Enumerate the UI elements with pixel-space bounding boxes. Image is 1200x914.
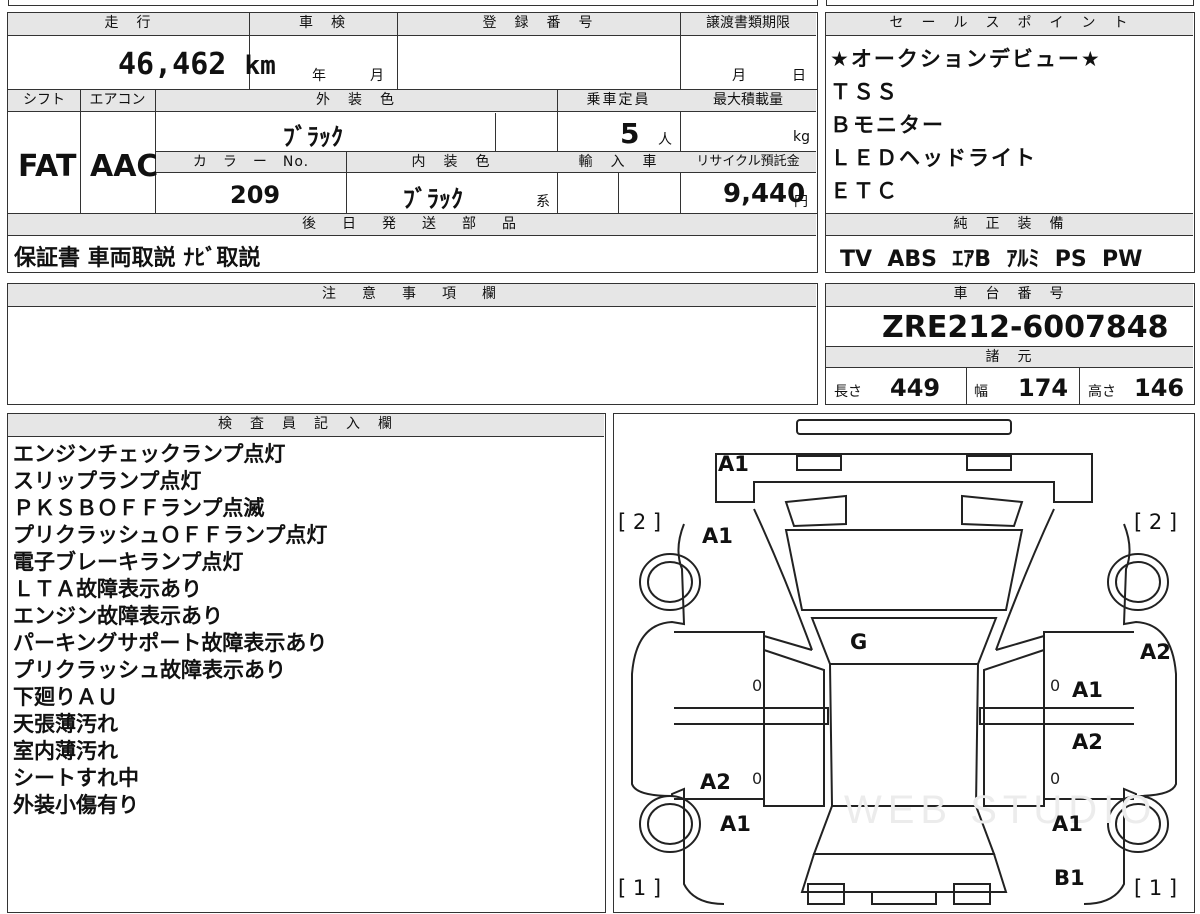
tire-label-rear-right: [ 1 ]	[1134, 876, 1178, 900]
exterior-color-header: 外 装 色	[155, 90, 557, 112]
ac-header: エアコン	[80, 90, 155, 112]
inspector-note-item: 下廻りＡＵ	[13, 685, 118, 709]
sales-points-list: ★オークションデビュー★ ＴＳＳ Ｂモニター ＬＥＤヘッドライト ＥＴＣ	[830, 43, 1102, 208]
inspector-note-item: ＬＴＡ故障表示あり	[13, 577, 202, 601]
transfer-month: 月	[732, 68, 746, 84]
inspector-note-item: 外装小傷有り	[13, 793, 139, 817]
transfer-header: 譲渡書類期限	[680, 13, 816, 36]
interior-color-header: 内 装 色	[346, 152, 557, 173]
capacity-value: 5	[620, 117, 640, 150]
tire-label-front-right: [ 2 ]	[1134, 510, 1178, 534]
recycle-unit: 円	[794, 194, 808, 210]
exterior-color-value: ﾌﾞﾗｯｸ	[283, 123, 343, 151]
shift-value: FAT	[18, 149, 77, 184]
sales-point-item: ★オークションデビュー★	[830, 47, 1102, 71]
color-no-value: 209	[230, 181, 281, 209]
inspector-note-item: 室内薄汚れ	[13, 739, 118, 763]
mark-right-front-door: A1	[1072, 678, 1103, 702]
inspection-month: 月	[370, 68, 384, 84]
ac-value: AAC	[90, 149, 159, 184]
genuine-equipment-header: 純 正 装 備	[826, 213, 1193, 236]
mileage-unit: km	[244, 51, 276, 81]
mark-hood-left: A1	[702, 524, 733, 548]
inspector-panel: 検 査 員 記 入 欄 エンジンチェックランプ点灯 スリップランプ点灯 ＰＫＳＢＯＦ…	[7, 413, 606, 913]
sales-points-panel: セ ー ル ス ポ イ ン ト ★オークションデビュー★ ＴＳＳ Ｂモニター ＬＥＤヘ…	[825, 12, 1195, 273]
inspection-year: 年	[312, 68, 326, 84]
inspector-note-item: ＰＫＳＢＯＦＦランプ点滅	[13, 496, 265, 520]
length-label: 長さ	[834, 384, 862, 400]
inspector-note-item: プリクラッシュ故障表示あり	[13, 658, 286, 682]
color-no-header: カ ラ ー No.	[156, 152, 346, 173]
shift-header: シフト	[8, 90, 80, 112]
inspector-note-item: シートすれ中	[13, 766, 139, 790]
interior-color-value: ﾌﾞﾗｯｸ	[403, 185, 463, 213]
mark-right-front-fender: A2	[1140, 640, 1171, 664]
transfer-day: 日	[792, 68, 806, 84]
inspector-note-item: スリップランプ点灯	[13, 469, 202, 493]
import-header: 輸 入 車	[557, 152, 680, 173]
vehicle-info-table: 走 行 車 検 登 録 番 号 譲渡書類期限 46,462 km 年 月 月 日…	[7, 12, 818, 273]
notes-header: 注 意 事 項 欄	[8, 284, 816, 307]
zero-mark-1: 0	[752, 676, 762, 695]
damage-diagram: 0 0 0 0 WEB STUDIO A1 A1 G A2 A1 A2 A2 A…	[613, 413, 1195, 913]
height-value: 146	[1134, 374, 1185, 402]
car-outline: 0 0 0 0	[631, 419, 1177, 905]
zero-mark-4: 0	[1050, 769, 1060, 788]
inspector-note-item: エンジンチェックランプ点灯	[13, 442, 286, 466]
sales-point-item: ＴＳＳ	[830, 80, 899, 104]
max-load-header: 最大積載量	[680, 90, 816, 112]
mileage-header: 走 行	[8, 13, 249, 36]
watermark: WEB STUDIO	[844, 788, 1158, 832]
inspector-note-item: 電子ブレーキランプ点灯	[13, 550, 244, 574]
capacity-header: 乗車定員	[557, 90, 680, 112]
inspector-note-item: 天張薄汚れ	[13, 712, 118, 736]
chassis-value: ZRE212-6007848	[882, 310, 1169, 345]
registration-header: 登 録 番 号	[397, 13, 680, 36]
recycle-header: リサイクル預託金	[680, 152, 816, 173]
mark-right-rear-door: A2	[1072, 730, 1103, 754]
sales-point-item: ＬＥＤヘッドライト	[830, 146, 1037, 170]
top-strip	[0, 0, 1200, 8]
sales-point-item: ＥＴＣ	[830, 179, 899, 203]
mark-rear-right: B1	[1054, 866, 1085, 890]
inspector-header: 検 査 員 記 入 欄	[8, 414, 604, 437]
zero-mark-3: 0	[752, 769, 762, 788]
inspection-header: 車 検	[249, 13, 397, 36]
notes-panel: 注 意 事 項 欄	[7, 283, 818, 405]
width-value: 174	[1018, 374, 1069, 402]
sales-points-header: セ ー ル ス ポ イ ン ト	[826, 13, 1193, 36]
later-shipping-value: 保証書 車両取説 ﾅﾋﾞ取説	[14, 246, 261, 271]
mark-roof: G	[850, 630, 868, 654]
chassis-panel: 車 台 番 号 ZRE212-6007848 諸 元 長さ 449 幅 174 …	[825, 283, 1195, 405]
capacity-unit: 人	[658, 132, 672, 148]
tire-label-rear-left: [ 1 ]	[618, 876, 662, 900]
interior-color-suffix: 系	[536, 194, 550, 210]
height-label: 高さ	[1088, 384, 1116, 400]
mark-right-rear-quarter: A1	[1052, 812, 1083, 836]
recycle-value: 9,440	[723, 179, 806, 209]
mark-left-rear-quarter: A1	[720, 812, 751, 836]
width-label: 幅	[974, 384, 988, 400]
mark-left-rear-door: A2	[700, 770, 731, 794]
inspector-note-item: プリクラッシュＯＦＦランプ点灯	[13, 523, 328, 547]
length-value: 449	[890, 374, 941, 402]
later-shipping-header: 後 日 発 送 部 品	[8, 214, 816, 236]
genuine-equipment-value: TV ABS ｴｱB ｱﾙﾐ PS PW	[840, 247, 1143, 272]
tire-label-front-left: [ 2 ]	[618, 510, 662, 534]
inspector-note-item: パーキングサポート故障表示あり	[13, 631, 328, 655]
inspector-notes-list: エンジンチェックランプ点灯 スリップランプ点灯 ＰＫＳＢＯＦＦランプ点滅 プリクラッシ…	[13, 441, 327, 819]
inspector-note-item: エンジン故障表示あり	[13, 604, 223, 628]
specs-header: 諸 元	[826, 346, 1193, 368]
zero-mark-2: 0	[1050, 676, 1060, 695]
sales-point-item: Ｂモニター	[830, 113, 945, 137]
max-load-unit: kg	[793, 129, 810, 145]
mileage-value: 46,462	[118, 47, 227, 82]
chassis-header: 車 台 番 号	[826, 284, 1193, 307]
mark-front-bumper: A1	[718, 452, 749, 476]
